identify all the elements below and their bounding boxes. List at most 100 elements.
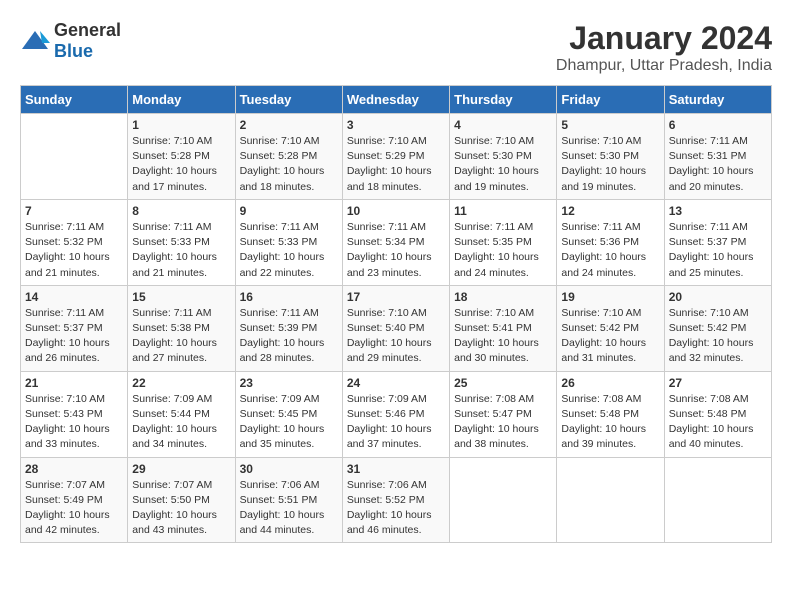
header-day-thursday: Thursday (450, 86, 557, 114)
day-info: Sunrise: 7:11 AM Sunset: 5:37 PM Dayligh… (669, 220, 767, 281)
day-number: 4 (454, 118, 552, 132)
calendar-cell: 27 Sunrise: 7:08 AM Sunset: 5:48 PM Dayli… (664, 371, 771, 457)
day-number: 1 (132, 118, 230, 132)
calendar-cell: 6 Sunrise: 7:11 AM Sunset: 5:31 PM Daylig… (664, 114, 771, 200)
logo: General Blue (20, 20, 121, 62)
day-info: Sunrise: 7:10 AM Sunset: 5:41 PM Dayligh… (454, 306, 552, 367)
day-info: Sunrise: 7:10 AM Sunset: 5:40 PM Dayligh… (347, 306, 445, 367)
day-number: 5 (561, 118, 659, 132)
calendar-week-row: 21 Sunrise: 7:10 AM Sunset: 5:43 PM Dayli… (21, 371, 772, 457)
day-number: 16 (240, 290, 338, 304)
logo-text-general: General (54, 20, 121, 40)
day-number: 18 (454, 290, 552, 304)
calendar-cell: 10Sunrise: 7:11 AM Sunset: 5:34 PM Dayli… (342, 199, 449, 285)
day-info: Sunrise: 7:10 AM Sunset: 5:28 PM Dayligh… (132, 134, 230, 195)
calendar-cell: 23Sunrise: 7:09 AM Sunset: 5:45 PM Dayli… (235, 371, 342, 457)
calendar-cell: 1 Sunrise: 7:10 AM Sunset: 5:28 PM Daylig… (128, 114, 235, 200)
day-number: 24 (347, 376, 445, 390)
day-info: Sunrise: 7:08 AM Sunset: 5:48 PM Dayligh… (669, 392, 767, 453)
day-number: 21 (25, 376, 123, 390)
day-number: 29 (132, 462, 230, 476)
day-number: 27 (669, 376, 767, 390)
day-info: Sunrise: 7:09 AM Sunset: 5:46 PM Dayligh… (347, 392, 445, 453)
calendar-cell: 13 Sunrise: 7:11 AM Sunset: 5:37 PM Dayli… (664, 199, 771, 285)
calendar-cell: 9Sunrise: 7:11 AM Sunset: 5:33 PM Daylig… (235, 199, 342, 285)
day-info: Sunrise: 7:11 AM Sunset: 5:31 PM Dayligh… (669, 134, 767, 195)
day-info: Sunrise: 7:10 AM Sunset: 5:30 PM Dayligh… (561, 134, 659, 195)
header-day-friday: Friday (557, 86, 664, 114)
header-day-sunday: Sunday (21, 86, 128, 114)
day-info: Sunrise: 7:10 AM Sunset: 5:29 PM Dayligh… (347, 134, 445, 195)
header-day-saturday: Saturday (664, 86, 771, 114)
calendar-cell: 7Sunrise: 7:11 AM Sunset: 5:32 PM Daylig… (21, 199, 128, 285)
day-info: Sunrise: 7:07 AM Sunset: 5:50 PM Dayligh… (132, 478, 230, 539)
header-day-tuesday: Tuesday (235, 86, 342, 114)
day-number: 15 (132, 290, 230, 304)
calendar-cell: 20 Sunrise: 7:10 AM Sunset: 5:42 PM Dayli… (664, 285, 771, 371)
day-info: Sunrise: 7:11 AM Sunset: 5:37 PM Dayligh… (25, 306, 123, 367)
logo-text-blue: Blue (54, 41, 93, 61)
day-number: 28 (25, 462, 123, 476)
title-block: January 2024 Dhampur, Uttar Pradesh, Ind… (556, 20, 772, 75)
calendar-body: 1 Sunrise: 7:10 AM Sunset: 5:28 PM Daylig… (21, 114, 772, 543)
calendar-week-row: 28 Sunrise: 7:07 AM Sunset: 5:49 PM Dayli… (21, 457, 772, 543)
day-number: 8 (132, 204, 230, 218)
day-info: Sunrise: 7:10 AM Sunset: 5:42 PM Dayligh… (561, 306, 659, 367)
calendar-cell: 11Sunrise: 7:11 AM Sunset: 5:35 PM Dayli… (450, 199, 557, 285)
day-number: 14 (25, 290, 123, 304)
main-title: January 2024 (556, 20, 772, 57)
page-header: General Blue January 2024 Dhampur, Uttar… (20, 20, 772, 75)
calendar-cell (664, 457, 771, 543)
header-day-wednesday: Wednesday (342, 86, 449, 114)
day-info: Sunrise: 7:11 AM Sunset: 5:38 PM Dayligh… (132, 306, 230, 367)
calendar-cell: 5 Sunrise: 7:10 AM Sunset: 5:30 PM Daylig… (557, 114, 664, 200)
calendar-week-row: 1 Sunrise: 7:10 AM Sunset: 5:28 PM Daylig… (21, 114, 772, 200)
calendar-cell: 24 Sunrise: 7:09 AM Sunset: 5:46 PM Dayli… (342, 371, 449, 457)
calendar-table: SundayMondayTuesdayWednesdayThursdayFrid… (20, 85, 772, 543)
day-info: Sunrise: 7:11 AM Sunset: 5:39 PM Dayligh… (240, 306, 338, 367)
day-info: Sunrise: 7:08 AM Sunset: 5:48 PM Dayligh… (561, 392, 659, 453)
day-number: 6 (669, 118, 767, 132)
calendar-cell: 31Sunrise: 7:06 AM Sunset: 5:52 PM Dayli… (342, 457, 449, 543)
calendar-cell: 8 Sunrise: 7:11 AM Sunset: 5:33 PM Daylig… (128, 199, 235, 285)
calendar-cell: 15 Sunrise: 7:11 AM Sunset: 5:38 PM Dayli… (128, 285, 235, 371)
calendar-cell: 17 Sunrise: 7:10 AM Sunset: 5:40 PM Dayli… (342, 285, 449, 371)
day-info: Sunrise: 7:11 AM Sunset: 5:33 PM Dayligh… (132, 220, 230, 281)
calendar-cell (557, 457, 664, 543)
day-info: Sunrise: 7:08 AM Sunset: 5:47 PM Dayligh… (454, 392, 552, 453)
day-number: 30 (240, 462, 338, 476)
calendar-cell: 4 Sunrise: 7:10 AM Sunset: 5:30 PM Daylig… (450, 114, 557, 200)
calendar-cell: 3Sunrise: 7:10 AM Sunset: 5:29 PM Daylig… (342, 114, 449, 200)
day-number: 23 (240, 376, 338, 390)
day-number: 11 (454, 204, 552, 218)
calendar-cell: 19 Sunrise: 7:10 AM Sunset: 5:42 PM Dayli… (557, 285, 664, 371)
day-info: Sunrise: 7:10 AM Sunset: 5:28 PM Dayligh… (240, 134, 338, 195)
day-number: 12 (561, 204, 659, 218)
day-number: 9 (240, 204, 338, 218)
day-number: 13 (669, 204, 767, 218)
day-number: 19 (561, 290, 659, 304)
calendar-week-row: 14 Sunrise: 7:11 AM Sunset: 5:37 PM Dayli… (21, 285, 772, 371)
calendar-cell: 21 Sunrise: 7:10 AM Sunset: 5:43 PM Dayli… (21, 371, 128, 457)
day-number: 20 (669, 290, 767, 304)
calendar-cell (450, 457, 557, 543)
day-info: Sunrise: 7:10 AM Sunset: 5:30 PM Dayligh… (454, 134, 552, 195)
calendar-header-row: SundayMondayTuesdayWednesdayThursdayFrid… (21, 86, 772, 114)
day-info: Sunrise: 7:11 AM Sunset: 5:32 PM Dayligh… (25, 220, 123, 281)
day-number: 25 (454, 376, 552, 390)
calendar-cell: 2Sunrise: 7:10 AM Sunset: 5:28 PM Daylig… (235, 114, 342, 200)
calendar-cell (21, 114, 128, 200)
calendar-cell: 30Sunrise: 7:06 AM Sunset: 5:51 PM Dayli… (235, 457, 342, 543)
day-info: Sunrise: 7:11 AM Sunset: 5:36 PM Dayligh… (561, 220, 659, 281)
calendar-week-row: 7Sunrise: 7:11 AM Sunset: 5:32 PM Daylig… (21, 199, 772, 285)
calendar-cell: 28 Sunrise: 7:07 AM Sunset: 5:49 PM Dayli… (21, 457, 128, 543)
day-info: Sunrise: 7:07 AM Sunset: 5:49 PM Dayligh… (25, 478, 123, 539)
day-info: Sunrise: 7:09 AM Sunset: 5:44 PM Dayligh… (132, 392, 230, 453)
calendar-cell: 16 Sunrise: 7:11 AM Sunset: 5:39 PM Dayli… (235, 285, 342, 371)
day-info: Sunrise: 7:10 AM Sunset: 5:43 PM Dayligh… (25, 392, 123, 453)
day-info: Sunrise: 7:10 AM Sunset: 5:42 PM Dayligh… (669, 306, 767, 367)
calendar-cell: 25 Sunrise: 7:08 AM Sunset: 5:47 PM Dayli… (450, 371, 557, 457)
day-number: 17 (347, 290, 445, 304)
calendar-cell: 18 Sunrise: 7:10 AM Sunset: 5:41 PM Dayli… (450, 285, 557, 371)
header-day-monday: Monday (128, 86, 235, 114)
